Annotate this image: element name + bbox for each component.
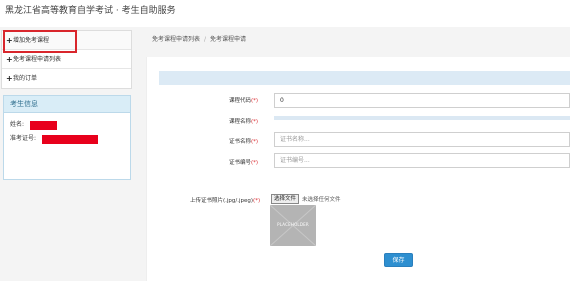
sidebar-item-label: 免考课程申请列表 [13, 56, 62, 63]
course-code-input[interactable]: 0 [274, 93, 570, 108]
upload-label: 上传证书照片(.jpg/.jpeg)(*) [190, 198, 261, 204]
cert-no-input[interactable]: 证书编号... [274, 153, 570, 168]
choose-file-button[interactable]: 选择文件 [271, 194, 300, 204]
cert-no-label: 证书编号(*) [229, 160, 259, 166]
sidebar-item-label: 我的订单 [13, 75, 38, 82]
breadcrumb-current: 免考课程申请 [210, 36, 247, 43]
placeholder-text: PLACEHOLDER [277, 222, 309, 227]
app-title: 黑龙江省高等教育自学考试 · 考生自助服务 [5, 6, 176, 16]
candidate-name-label: 姓名: [10, 121, 25, 128]
candidate-info-panel: 考生信息 姓名: 准考证号: [3, 95, 131, 180]
highlight-box [3, 30, 77, 53]
redacted-name [30, 121, 57, 130]
file-status-text: 未选择任何文件 [302, 197, 341, 203]
sidebar-item-my-orders[interactable]: + 我的订单 [2, 69, 131, 88]
course-name-label: 课程名称(*) [229, 119, 259, 125]
cert-name-label: 证书名称(*) [229, 139, 259, 145]
candidate-id-label: 准考证号: [10, 135, 37, 142]
form-card-header [159, 71, 570, 85]
top-header: 黑龙江省高等教育自学考试 · 考生自助服务 [0, 0, 570, 22]
candidate-info-title: 考生信息 [4, 96, 130, 113]
breadcrumb-separator: / [204, 36, 207, 43]
candidate-id-row: 准考证号: [4, 132, 130, 146]
breadcrumb: 免考课程申请列表 / 免考课程申请 [146, 29, 570, 51]
sidebar: + 增加免考课程 + 免考课程申请列表 + 我的订单 考生信息 姓名: 准考证号… [0, 27, 134, 281]
certificate-image-placeholder: PLACEHOLDER [270, 205, 316, 246]
candidate-name-row: 姓名: [4, 118, 130, 132]
form-card [146, 57, 570, 281]
breadcrumb-link-application-list[interactable]: 免考课程申请列表 [152, 36, 200, 43]
plus-icon: + [6, 74, 13, 83]
course-name-field[interactable] [274, 116, 570, 120]
save-button[interactable]: 保存 [384, 253, 413, 267]
course-code-label: 课程代码(*) [229, 98, 259, 104]
cert-name-input[interactable]: 证书名称... [274, 132, 570, 147]
redacted-id [42, 135, 98, 144]
